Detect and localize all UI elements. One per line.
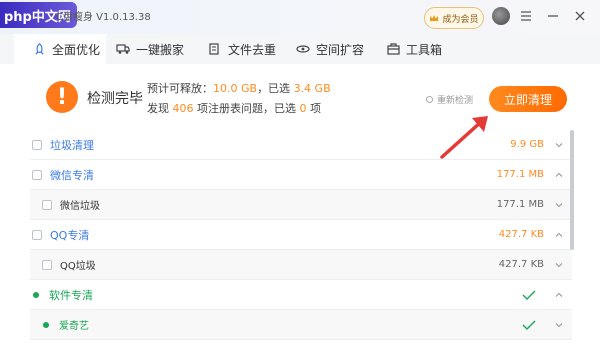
item-size: 177.1 MB xyxy=(496,169,544,180)
tab-full-optimize[interactable]: 全面优化 xyxy=(14,34,106,64)
registry-suffix: 项 xyxy=(310,102,321,115)
list-item[interactable]: 微信专清 177.1 MB xyxy=(30,160,572,190)
checkmark-icon xyxy=(522,290,536,300)
tab-toolbox[interactable]: 工具箱 xyxy=(386,34,442,64)
expand-icon xyxy=(296,42,310,56)
chevron-down-icon[interactable] xyxy=(554,260,564,270)
chevron-down-icon[interactable] xyxy=(554,320,564,330)
title-bar: php中文网 C盘瘦身 V1.0.13.38 成为会员 xyxy=(0,0,600,34)
warning-icon: ! xyxy=(46,81,78,113)
rescan-link[interactable]: 重新检测 xyxy=(426,93,473,106)
item-name: 爱奇艺 xyxy=(59,321,89,332)
list-item[interactable]: QQ专清 427.7 KB xyxy=(30,220,572,250)
selected-count: 0 xyxy=(299,102,307,115)
crown-icon xyxy=(430,14,439,21)
scan-status: 检测完毕 xyxy=(87,91,143,107)
rescan-label: 重新检测 xyxy=(437,96,474,106)
avatar[interactable] xyxy=(492,7,510,25)
item-name: 垃圾清理 xyxy=(50,138,94,152)
clean-now-button[interactable]: 立即清理 xyxy=(489,86,567,112)
clean-list: 垃圾清理 9.9 GB 微信专清 177.1 MB 微信垃圾 177.1 MB … xyxy=(30,130,572,349)
checkbox[interactable] xyxy=(32,229,42,240)
checkbox[interactable] xyxy=(32,139,42,150)
menu-icon[interactable] xyxy=(518,8,534,24)
list-item[interactable]: 爱奇艺 xyxy=(30,310,572,340)
checkmark-icon xyxy=(522,320,536,330)
chevron-up-icon[interactable] xyxy=(554,230,564,240)
rocket-icon xyxy=(32,42,46,56)
scan-summary: ! 检测完毕 预计可释放：10.0 GB，已选 3.4 GB 发现 406 项注… xyxy=(0,64,600,130)
selected-prefix: ，已选 xyxy=(257,82,291,95)
files-icon xyxy=(208,42,222,56)
found-count: 406 xyxy=(172,102,194,115)
item-name: 软件专清 xyxy=(49,288,93,302)
item-size: 427.7 KB xyxy=(498,259,544,270)
item-size: 427.7 KB xyxy=(498,229,544,240)
tab-label: 工具箱 xyxy=(406,42,443,57)
checkbox[interactable] xyxy=(32,169,42,180)
tab-label: 文件去重 xyxy=(228,42,277,57)
radio-icon xyxy=(426,96,433,103)
become-member-button[interactable]: 成为会员 xyxy=(424,7,484,29)
item-name: QQ专清 xyxy=(50,228,90,242)
tab-dedupe[interactable]: 文件去重 xyxy=(208,34,276,64)
tab-label: 空间扩容 xyxy=(316,42,365,57)
item-name: 微信专清 xyxy=(50,168,94,182)
list-item[interactable]: 垃圾清理 9.9 GB xyxy=(30,130,572,160)
selected-dot-icon[interactable] xyxy=(33,291,39,298)
item-name: 微信垃圾 xyxy=(60,201,100,212)
releasable-line: 预计可释放：10.0 GB，已选 3.4 GB xyxy=(147,80,331,96)
selected-value: 3.4 GB xyxy=(293,82,331,95)
minimize-icon[interactable] xyxy=(545,8,561,24)
close-icon[interactable] xyxy=(572,8,588,24)
registry-line: 发现 406 项注册表问题，已选 0 项 xyxy=(147,100,321,116)
chevron-up-icon[interactable] xyxy=(554,290,564,300)
main-tabs: 全面优化 一键搬家 文件去重 空间扩容 工具箱 xyxy=(0,34,600,64)
item-size: 9.9 GB xyxy=(510,139,544,150)
chevron-down-icon[interactable] xyxy=(554,140,564,150)
list-item[interactable]: QQ垃圾 427.7 KB xyxy=(30,250,572,280)
releasable-value: 10.0 GB xyxy=(213,82,258,95)
checkbox[interactable] xyxy=(42,259,52,270)
tab-one-click-move[interactable]: 一键搬家 xyxy=(116,34,184,64)
item-name: QQ垃圾 xyxy=(60,261,96,272)
selected-dot-icon[interactable] xyxy=(43,321,49,328)
chevron-down-icon[interactable] xyxy=(554,200,564,210)
scrollbar[interactable] xyxy=(570,130,574,250)
become-member-label: 成为会员 xyxy=(442,14,479,25)
toolbox-icon xyxy=(386,42,400,56)
truck-icon xyxy=(116,42,130,56)
found-prefix: 发现 xyxy=(147,102,169,115)
list-item[interactable]: 微信垃圾 177.1 MB xyxy=(30,190,572,220)
tab-label: 全面优化 xyxy=(52,42,101,57)
tab-label: 一键搬家 xyxy=(136,42,185,57)
checkbox[interactable] xyxy=(42,199,52,210)
chevron-up-icon[interactable] xyxy=(554,170,564,180)
list-item[interactable]: 软件专清 xyxy=(30,280,572,310)
item-size: 177.1 MB xyxy=(496,199,544,210)
app-title: C盘瘦身 V1.0.13.38 xyxy=(56,12,151,23)
tab-space-expand[interactable]: 空间扩容 xyxy=(296,34,364,64)
releasable-prefix: 预计可释放： xyxy=(147,82,213,95)
registry-mid: 项注册表问题，已选 xyxy=(197,102,296,115)
